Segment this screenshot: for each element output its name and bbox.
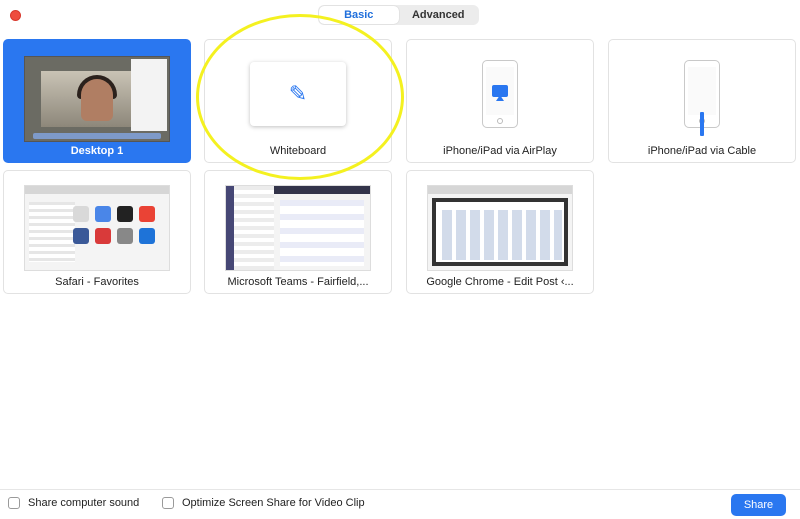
phone-icon xyxy=(482,60,518,128)
source-label: iPhone/iPad via Cable xyxy=(647,145,757,157)
source-label: Safari - Favorites xyxy=(55,276,139,288)
lightning-cable-icon xyxy=(700,112,704,136)
desktop-thumbnail xyxy=(24,56,170,142)
source-tile-chrome[interactable]: Google Chrome - Edit Post ‹... xyxy=(406,170,594,294)
window-thumbnail xyxy=(427,185,573,271)
source-label: iPhone/iPad via AirPlay xyxy=(443,145,557,157)
source-tile-safari[interactable]: Safari - Favorites xyxy=(3,170,191,294)
tab-basic[interactable]: Basic xyxy=(319,6,399,24)
source-label: Whiteboard xyxy=(269,145,327,157)
close-window-button[interactable] xyxy=(10,10,21,21)
optimize-video-option[interactable]: Optimize Screen Share for Video Clip xyxy=(162,497,365,509)
footer-divider xyxy=(0,489,800,490)
share-mode-tabs: Basic Advanced xyxy=(318,5,479,25)
source-tile-cable[interactable]: iPhone/iPad via Cable xyxy=(608,39,796,163)
share-sound-checkbox[interactable] xyxy=(8,497,20,509)
share-sound-label: Share computer sound xyxy=(28,497,140,509)
optimize-video-label: Optimize Screen Share for Video Clip xyxy=(182,497,365,509)
airplay-icon xyxy=(492,85,508,101)
optimize-video-checkbox[interactable] xyxy=(162,497,174,509)
source-label: Google Chrome - Edit Post ‹... xyxy=(426,276,574,288)
window-thumbnail xyxy=(225,185,371,271)
pencil-icon: ✎ xyxy=(288,81,308,106)
tab-advanced[interactable]: Advanced xyxy=(399,6,479,24)
source-label: Desktop 1 xyxy=(70,145,124,157)
source-tile-whiteboard[interactable]: ✎ Whiteboard xyxy=(204,39,392,163)
share-button[interactable]: Share xyxy=(731,494,786,516)
window-thumbnail xyxy=(24,185,170,271)
source-tile-desktop-1[interactable]: Desktop 1 xyxy=(3,39,191,163)
source-label: Microsoft Teams - Fairfield,... xyxy=(227,276,369,288)
source-tile-airplay[interactable]: iPhone/iPad via AirPlay xyxy=(406,39,594,163)
source-tile-teams[interactable]: Microsoft Teams - Fairfield,... xyxy=(204,170,392,294)
whiteboard-thumbnail: ✎ xyxy=(250,62,346,126)
share-sound-option[interactable]: Share computer sound xyxy=(8,497,139,509)
